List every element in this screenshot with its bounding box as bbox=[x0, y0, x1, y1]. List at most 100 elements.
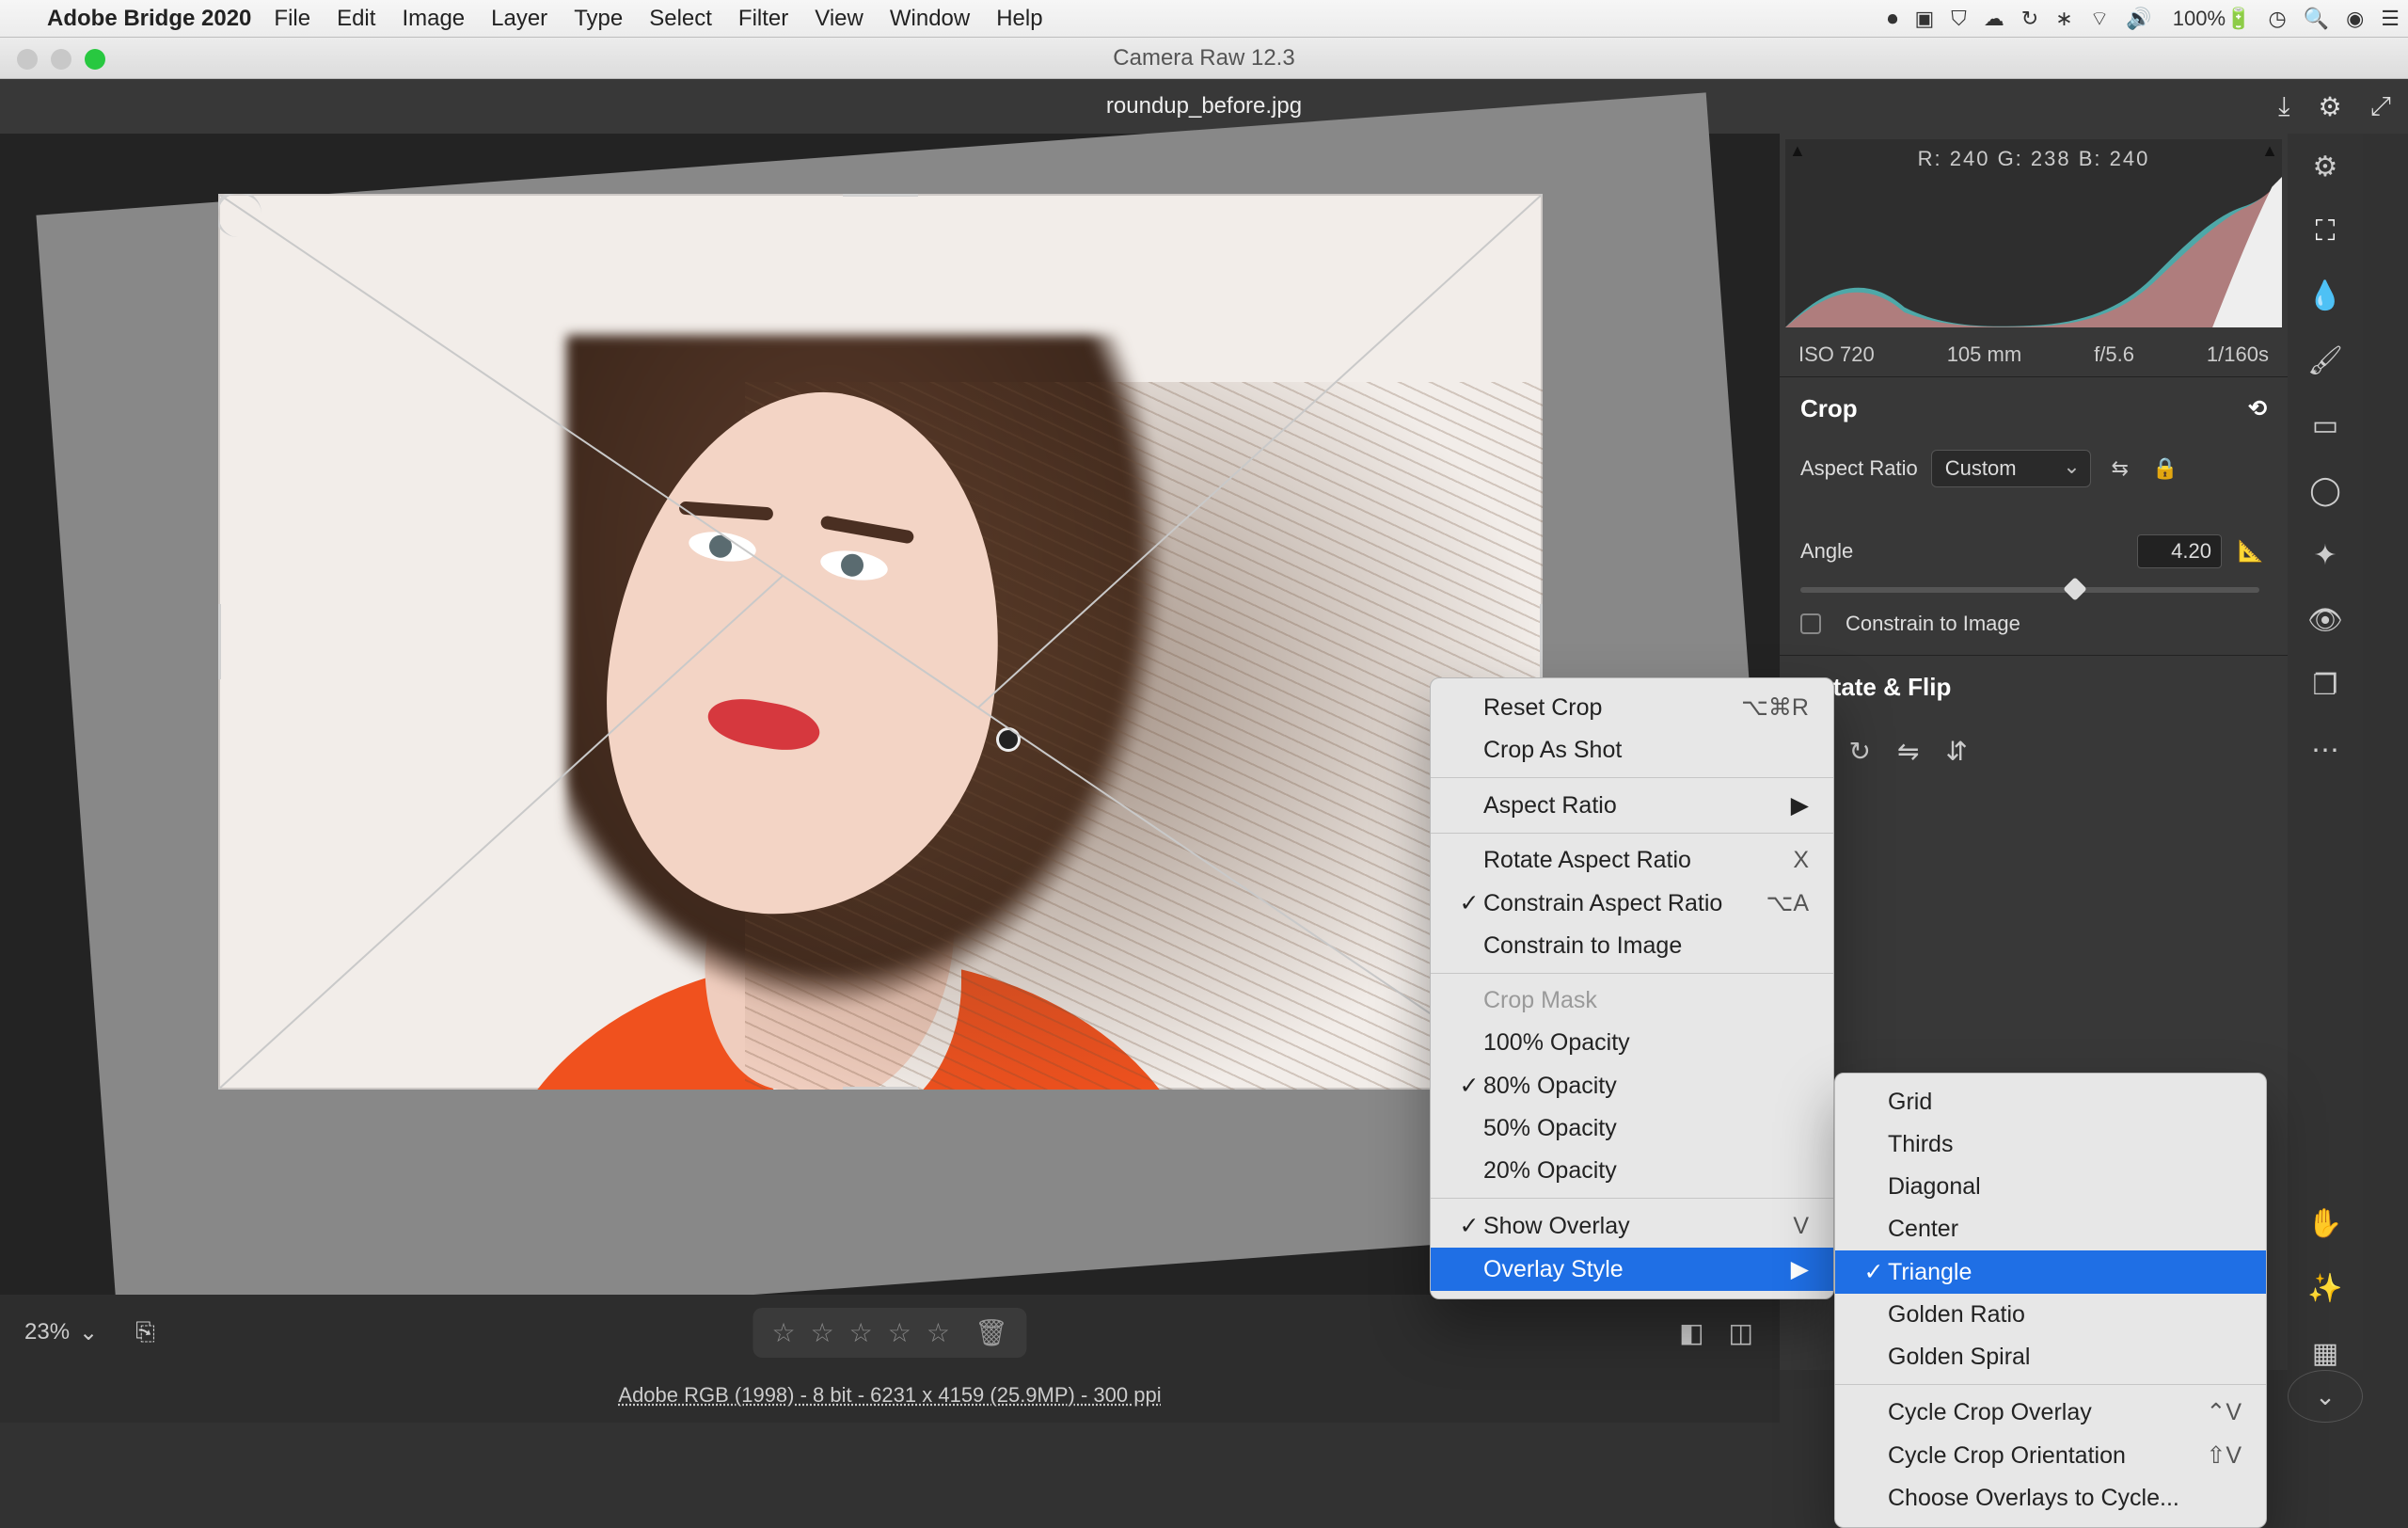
status-facetime-icon[interactable]: ▣ bbox=[1914, 7, 1934, 31]
app-name[interactable]: Adobe Bridge 2020 bbox=[47, 6, 251, 32]
spot-removal-icon[interactable]: ✦ bbox=[2313, 539, 2337, 572]
window-close-button[interactable] bbox=[17, 49, 38, 70]
export-icon[interactable]: ⤓ bbox=[2278, 91, 2289, 122]
status-shield-icon[interactable]: ⛉ bbox=[1951, 7, 1967, 31]
status-notifications-icon[interactable]: ☰ bbox=[2381, 7, 2400, 31]
menu-layer[interactable]: Layer bbox=[491, 6, 547, 32]
menu-filter[interactable]: Filter bbox=[738, 6, 788, 32]
redeye-icon[interactable]: 👁 bbox=[2307, 604, 2343, 637]
crop-handle-left[interactable] bbox=[218, 604, 221, 679]
status-record-icon[interactable]: ⏺ bbox=[1887, 7, 1897, 31]
before-after-single-icon[interactable]: ◧ bbox=[1679, 1317, 1703, 1348]
straighten-icon[interactable]: 📐 bbox=[2235, 535, 2267, 567]
presets-dropdown-icon[interactable]: ⌄ bbox=[2288, 1370, 2363, 1423]
menu-image[interactable]: Image bbox=[402, 6, 465, 32]
angle-input[interactable]: 4.20 bbox=[2137, 534, 2222, 568]
menu-select[interactable]: Select bbox=[649, 6, 712, 32]
status-wifi-icon[interactable]: ⌔ bbox=[2090, 6, 2110, 32]
radial-gradient-icon[interactable]: ◯ bbox=[2309, 474, 2341, 507]
overlay-menu-item-cycle-crop-overlay[interactable]: Cycle Crop Overlay⌃V bbox=[1835, 1391, 2266, 1434]
trash-icon[interactable]: 🗑 bbox=[974, 1317, 1008, 1348]
before-after-split-icon[interactable]: ◫ bbox=[1729, 1317, 1753, 1348]
status-bluetooth-icon[interactable]: ∗ bbox=[2055, 7, 2072, 31]
brush-icon[interactable]: 🖌 bbox=[2307, 344, 2343, 377]
crop-handle-tl[interactable] bbox=[218, 194, 261, 237]
crop-rectangle[interactable] bbox=[218, 194, 1543, 1090]
crop-menu-item-overlay-style[interactable]: Overlay Style▶ bbox=[1431, 1248, 1833, 1291]
gear-icon[interactable]: ⚙ bbox=[2318, 91, 2341, 122]
lock-icon[interactable]: 🔒 bbox=[2149, 453, 2181, 485]
window-zoom-button[interactable] bbox=[85, 49, 105, 70]
auto-icon[interactable]: ✨ bbox=[2307, 1272, 2342, 1305]
menu-window[interactable]: Window bbox=[890, 6, 970, 32]
constrain-checkbox[interactable] bbox=[1800, 613, 1821, 634]
eyedropper-icon[interactable]: 💧 bbox=[2307, 279, 2342, 312]
crop-tool-icon[interactable]: ⛶ bbox=[2316, 215, 2336, 247]
menu-edit[interactable]: Edit bbox=[337, 6, 375, 32]
more-icon[interactable]: ⋯ bbox=[2311, 734, 2339, 767]
crop-handle-bottom[interactable] bbox=[843, 1087, 918, 1090]
crop-handle-top[interactable] bbox=[843, 194, 918, 197]
crop-menu-item-50-opacity[interactable]: 50% Opacity bbox=[1431, 1107, 1833, 1150]
zoom-dropdown[interactable]: 23% ⌄ bbox=[0, 1319, 122, 1346]
aspect-ratio-select[interactable]: Custom bbox=[1931, 450, 2091, 487]
overlay-menu-item-choose-overlays-to-cycle-[interactable]: Choose Overlays to Cycle... bbox=[1835, 1477, 2266, 1520]
menu-item-label: 80% Opacity bbox=[1483, 1073, 1809, 1100]
overlay-menu-item-triangle[interactable]: ✓Triangle bbox=[1835, 1250, 2266, 1294]
menu-file[interactable]: File bbox=[274, 6, 310, 32]
overlay-menu-item-cycle-crop-orientation[interactable]: Cycle Crop Orientation⇧V bbox=[1835, 1434, 2266, 1477]
status-volume-icon[interactable]: 🔊 bbox=[2126, 7, 2151, 31]
star-1[interactable]: ☆ bbox=[771, 1317, 795, 1348]
star-4[interactable]: ☆ bbox=[888, 1317, 911, 1348]
reset-icon[interactable]: ⟲ bbox=[2248, 395, 2267, 422]
status-clock-icon[interactable]: ◷ bbox=[2268, 7, 2286, 31]
star-5[interactable]: ☆ bbox=[927, 1317, 950, 1348]
overlay-menu-item-grid[interactable]: Grid bbox=[1835, 1081, 2266, 1123]
histogram[interactable]: ▲ ▲ R: 240 G: 238 B: 240 bbox=[1785, 139, 2282, 327]
crop-menu-item-constrain-to-image[interactable]: Constrain to Image bbox=[1431, 925, 1833, 967]
linear-gradient-icon[interactable]: ▭ bbox=[2312, 409, 2338, 442]
menu-type[interactable]: Type bbox=[574, 6, 623, 32]
flip-horizontal-icon[interactable]: ⇋ bbox=[1897, 736, 1919, 767]
status-onedrive-icon[interactable]: ☁︎ bbox=[1984, 7, 2004, 31]
crop-menu-item-100-opacity[interactable]: 100% Opacity bbox=[1431, 1022, 1833, 1064]
crop-menu-item-80-opacity[interactable]: ✓80% Opacity bbox=[1431, 1064, 1833, 1107]
crop-menu-item-reset-crop[interactable]: Reset Crop⌥⌘R bbox=[1431, 686, 1833, 729]
crop-menu-item-rotate-aspect-ratio[interactable]: Rotate Aspect RatioX bbox=[1431, 839, 1833, 882]
crop-menu-item-show-overlay[interactable]: ✓Show OverlayV bbox=[1431, 1204, 1833, 1248]
menu-item-label: Cycle Crop Overlay bbox=[1888, 1399, 2168, 1426]
overlay-menu-item-thirds[interactable]: Thirds bbox=[1835, 1123, 2266, 1166]
status-spotlight-icon[interactable]: 🔍 bbox=[2304, 7, 2329, 31]
angle-slider[interactable] bbox=[1800, 587, 2259, 593]
crop-menu-item-constrain-aspect-ratio[interactable]: ✓Constrain Aspect Ratio⌥A bbox=[1431, 882, 1833, 925]
overlay-menu-item-diagonal[interactable]: Diagonal bbox=[1835, 1166, 2266, 1208]
star-3[interactable]: ☆ bbox=[849, 1317, 873, 1348]
crop-menu-item-20-opacity[interactable]: 20% Opacity bbox=[1431, 1150, 1833, 1192]
status-siri-icon[interactable]: ◉ bbox=[2346, 7, 2364, 31]
menu-help[interactable]: Help bbox=[996, 6, 1042, 32]
filmstrip-toggle-icon[interactable]: ⎘ bbox=[135, 1317, 155, 1347]
hand-tool-icon[interactable]: ✋ bbox=[2307, 1207, 2342, 1240]
menu-view[interactable]: View bbox=[815, 6, 863, 32]
crop-handle-right[interactable] bbox=[1540, 604, 1543, 679]
window-minimize-button[interactable] bbox=[51, 49, 71, 70]
overlay-menu-item-golden-spiral[interactable]: Golden Spiral bbox=[1835, 1336, 2266, 1378]
image-info-line[interactable]: Adobe RGB (1998) - 8 bit - 6231 x 4159 (… bbox=[0, 1370, 1780, 1423]
grid-view-icon[interactable]: ▦ bbox=[2312, 1337, 2338, 1370]
crop-handle-bl[interactable] bbox=[218, 1046, 261, 1090]
fullscreen-icon[interactable]: ⤢ bbox=[2370, 91, 2391, 122]
rotate-cw-icon[interactable]: ↻ bbox=[1848, 736, 1870, 767]
overlay-menu-item-golden-ratio[interactable]: Golden Ratio bbox=[1835, 1294, 2266, 1336]
star-2[interactable]: ☆ bbox=[811, 1317, 834, 1348]
constrain-row[interactable]: Constrain to Image bbox=[1780, 602, 2288, 645]
overlay-menu-item-center[interactable]: Center bbox=[1835, 1208, 2266, 1250]
status-battery[interactable]: 100% 🔋 bbox=[2169, 7, 2252, 31]
swap-orientation-icon[interactable]: ⇆ bbox=[2104, 453, 2136, 485]
snapshots-icon[interactable]: ❐ bbox=[2313, 669, 2338, 702]
status-timemachine-icon[interactable]: ↻ bbox=[2021, 7, 2038, 31]
crop-menu-item-crop-as-shot[interactable]: Crop As Shot bbox=[1431, 729, 1833, 772]
crop-menu-item-aspect-ratio[interactable]: Aspect Ratio▶ bbox=[1431, 784, 1833, 827]
crop-handle-tr[interactable] bbox=[1499, 194, 1543, 237]
flip-vertical-icon[interactable]: ⇵ bbox=[1945, 736, 1967, 767]
edit-sliders-icon[interactable]: ⚙ bbox=[2313, 151, 2338, 183]
